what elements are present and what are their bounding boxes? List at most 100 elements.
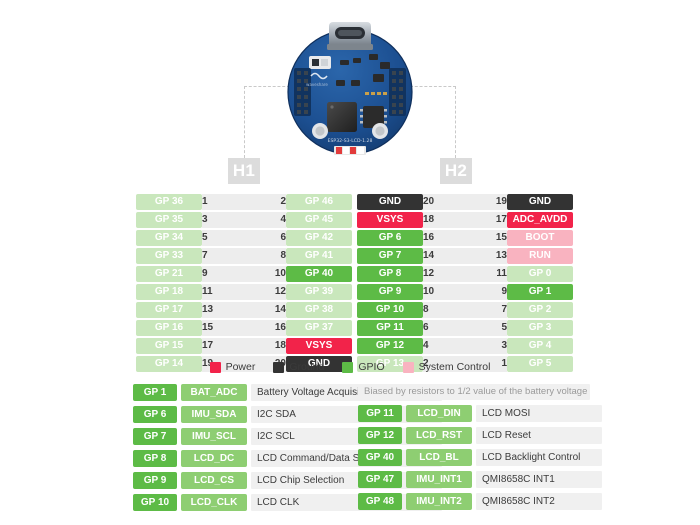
function-gpio-chip: GP 8 (133, 450, 177, 467)
header-label-h2: H2 (440, 158, 472, 184)
pin-label-left: GND (357, 194, 423, 210)
pin-label-right: GND (507, 194, 573, 210)
pin-label-right: GP 45 (286, 212, 352, 228)
function-gpio-chip: GP 11 (358, 405, 402, 422)
pin-number-right: 14 (260, 302, 286, 318)
pin-number-left: 6 (423, 320, 449, 336)
function-row: GP 12 LCD_RST LCD Reset (358, 427, 602, 444)
legend-swatch-icon (342, 361, 354, 373)
battery-voltage-note: Biased by resistors to 1/2 value of the … (358, 384, 590, 400)
pin-label-right: GP 40 (286, 266, 352, 282)
pin-number-left: 9 (202, 266, 228, 282)
function-description: LCD Backlight Control (476, 449, 602, 466)
pin-gap (449, 320, 481, 336)
pin-row: GND 20 19 GND (357, 194, 573, 210)
pin-label-right: GP 37 (286, 320, 352, 336)
pin-number-right: 19 (481, 194, 507, 210)
legend-swatch-icon (402, 361, 414, 373)
pin-label-left: GP 17 (136, 302, 202, 318)
function-description: LCD MOSI (476, 405, 602, 422)
function-gpio-chip: GP 48 (358, 493, 402, 510)
pin-label-left: GP 10 (357, 302, 423, 318)
pin-number-left: 5 (202, 230, 228, 246)
pin-row: GP 11 6 5 GP 3 (357, 320, 573, 336)
function-gpio-chip: GP 10 (133, 494, 177, 511)
pin-label-left: GP 11 (357, 320, 423, 336)
pin-row: GP 33 7 8 GP 41 (136, 248, 352, 264)
pin-label-left: GP 21 (136, 266, 202, 282)
pin-label-left: GP 15 (136, 338, 202, 354)
pin-number-right: 12 (260, 284, 286, 300)
pin-number-right: 11 (481, 266, 507, 282)
pin-label-right: GP 38 (286, 302, 352, 318)
pin-number-right: 5 (481, 320, 507, 336)
pin-gap (228, 302, 260, 318)
function-row: GP 40 LCD_BL LCD Backlight Control (358, 449, 602, 466)
pin-label-left: GP 8 (357, 266, 423, 282)
legend-item: Ground (273, 361, 324, 373)
pin-row: GP 17 13 14 GP 38 (136, 302, 352, 318)
board-illustration-area: ESP32-S3-LCD-1.28 waveshare H1 H2 (0, 8, 700, 184)
pin-label-left: GP 12 (357, 338, 423, 354)
legend-swatch-icon (273, 361, 285, 373)
pin-gap (449, 266, 481, 282)
function-gpio-chip: GP 47 (358, 471, 402, 488)
pin-number-left: 4 (423, 338, 449, 354)
pin-label-left: GP 33 (136, 248, 202, 264)
pin-number-right: 17 (481, 212, 507, 228)
board-brand-text: waveshare (306, 82, 328, 87)
pin-row: GP 16 15 16 GP 37 (136, 320, 352, 336)
pin-gap (228, 320, 260, 336)
pin-gap (228, 230, 260, 246)
pin-number-left: 18 (423, 212, 449, 228)
pin-number-right: 6 (260, 230, 286, 246)
pin-number-left: 13 (202, 302, 228, 318)
pin-number-left: 11 (202, 284, 228, 300)
pin-row: GP 35 3 4 GP 45 (136, 212, 352, 228)
pin-row: GP 6 16 15 BOOT (357, 230, 573, 246)
pin-label-right: GP 1 (507, 284, 573, 300)
pin-row: GP 36 1 2 GP 46 (136, 194, 352, 210)
color-legend: Power Ground GPIO System Control (0, 361, 700, 373)
function-gpio-chip: GP 40 (358, 449, 402, 466)
pin-number-right: 18 (260, 338, 286, 354)
pin-gap (228, 284, 260, 300)
pin-row: GP 9 10 9 GP 1 (357, 284, 573, 300)
pin-number-left: 10 (423, 284, 449, 300)
pin-number-left: 16 (423, 230, 449, 246)
leader-line-h2-vertical (455, 86, 456, 158)
pin-gap (449, 194, 481, 210)
function-row: GP 11 LCD_DIN LCD MOSI (358, 405, 602, 422)
pin-gap (228, 212, 260, 228)
function-name-chip: IMU_INT2 (406, 493, 472, 510)
pin-row: GP 34 5 6 GP 42 (136, 230, 352, 246)
function-name-chip: LCD_RST (406, 427, 472, 444)
pin-label-right: GP 3 (507, 320, 573, 336)
pin-label-right: BOOT (507, 230, 573, 246)
pin-label-right: GP 39 (286, 284, 352, 300)
pin-row: GP 21 9 10 GP 40 (136, 266, 352, 282)
function-row: GP 48 IMU_INT2 QMI8658C INT2 (358, 493, 602, 510)
pin-row: GP 15 17 18 VSYS (136, 338, 352, 354)
pin-gap (449, 302, 481, 318)
pin-number-right: 15 (481, 230, 507, 246)
pin-number-left: 20 (423, 194, 449, 210)
legend-label: System Control (418, 361, 491, 373)
pin-gap (449, 230, 481, 246)
pin-number-right: 9 (481, 284, 507, 300)
pin-row: GP 8 12 11 GP 0 (357, 266, 573, 282)
function-name-chip: LCD_BL (406, 449, 472, 466)
pin-gap (228, 266, 260, 282)
pin-label-left: GP 7 (357, 248, 423, 264)
function-name-chip: IMU_INT1 (406, 471, 472, 488)
function-name-chip: LCD_DC (181, 450, 247, 467)
function-gpio-chip: GP 12 (358, 427, 402, 444)
legend-item: Power (209, 361, 255, 373)
pin-table-h1: GP 36 1 2 GP 46 GP 35 3 4 GP 45 GP 34 5 6 GP 42 GP 3… (136, 192, 352, 374)
pin-label-left: GP 6 (357, 230, 423, 246)
pin-label-left: GP 35 (136, 212, 202, 228)
pin-table-h2-body: GND 20 19 GND VSYS 18 17 ADC_AVDD GP 6 16 15 BOOT GP… (357, 194, 573, 372)
function-name-chip: LCD_CLK (181, 494, 247, 511)
function-description: QMI8658C INT1 (476, 471, 602, 488)
pin-number-left: 3 (202, 212, 228, 228)
